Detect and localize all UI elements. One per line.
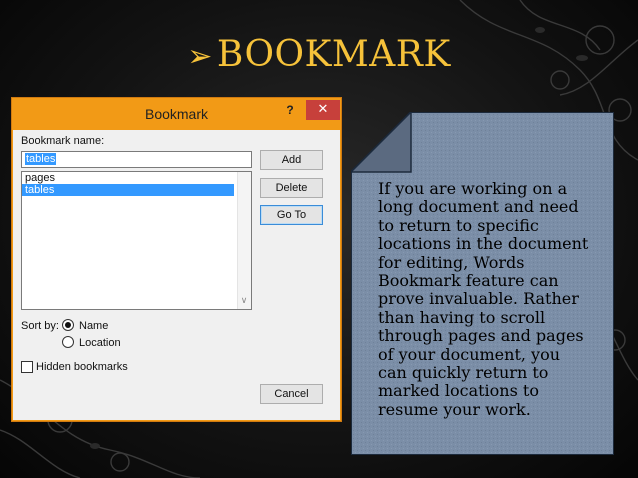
sort-by-label: Sort by: [21, 320, 59, 332]
sort-location-label[interactable]: Location [79, 337, 121, 349]
bookmark-list[interactable]: pages tables ∨ [21, 171, 252, 310]
text-panel: If you are working on a long document an… [351, 112, 614, 455]
help-button[interactable]: ? [283, 103, 297, 121]
sort-name-label[interactable]: Name [79, 320, 108, 332]
slide-title: ➢ BOOKMARK [0, 34, 638, 75]
slide-title-text: BOOKMARK [216, 34, 451, 75]
bookmark-description: If you are working on a long document an… [378, 179, 589, 419]
arrow-bullet-icon: ➢ [187, 39, 213, 74]
dialog-titlebar: Bookmark ? ✕ [13, 99, 340, 130]
cancel-button[interactable]: Cancel [260, 384, 323, 404]
sort-name-radio[interactable] [62, 319, 74, 331]
bookmark-name-label-text: Bookmark name: [21, 135, 105, 147]
list-item-tables[interactable]: tables [22, 184, 234, 196]
sort-location-radio[interactable] [62, 336, 74, 348]
list-item-pages[interactable]: pages [22, 172, 251, 184]
chevron-down-icon[interactable]: ∨ [237, 294, 251, 308]
bookmark-dialog: Bookmark ? ✕ Bookmark name: tables pages… [12, 98, 341, 421]
hidden-bookmarks-checkbox[interactable] [21, 361, 33, 373]
list-scrollbar[interactable]: ∨ [237, 172, 251, 309]
hidden-bookmarks-label[interactable]: Hidden bookmarks [36, 361, 128, 373]
goto-button[interactable]: Go To [260, 205, 323, 225]
bookmark-name-input[interactable]: tables [21, 151, 252, 168]
bookmark-name-label: Bookmark name: [21, 135, 104, 147]
delete-button[interactable]: Delete [260, 178, 323, 198]
add-button[interactable]: Add [260, 150, 323, 170]
bookmark-name-value: tables [25, 153, 57, 165]
close-button[interactable]: ✕ [306, 100, 340, 120]
